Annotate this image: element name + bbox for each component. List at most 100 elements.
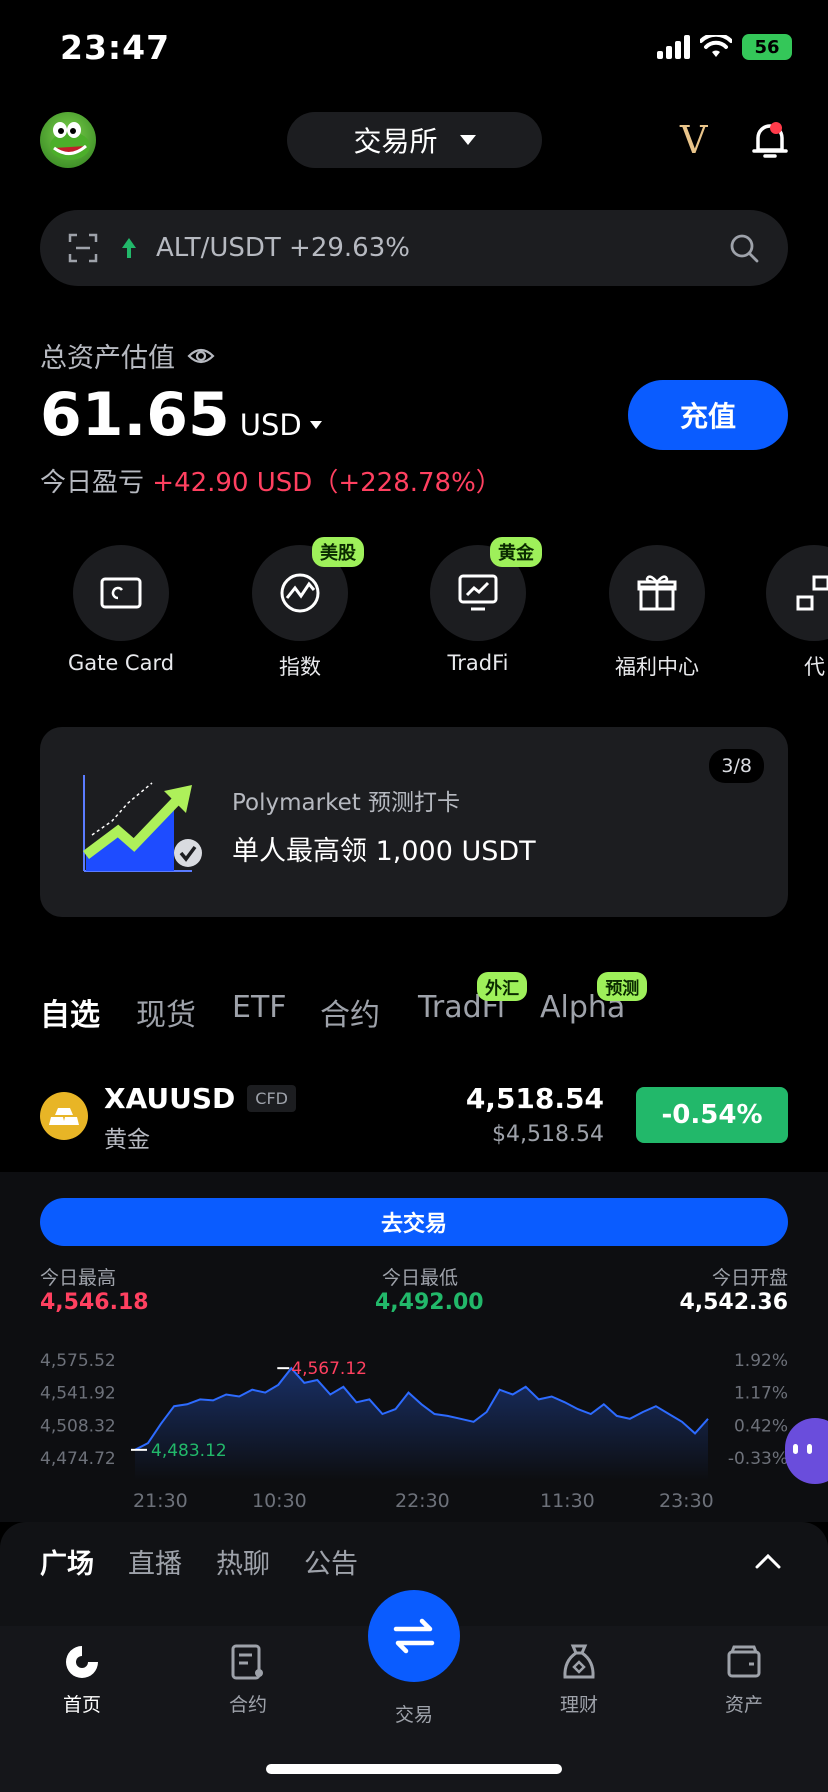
badge: 黄金	[490, 537, 542, 567]
card-icon	[100, 577, 142, 609]
crocodile-avatar-icon	[50, 122, 90, 160]
tab-live[interactable]: 直播	[128, 1542, 182, 1581]
status-icons: 56	[657, 34, 792, 60]
market-symbol[interactable]: XAUUSD CFD	[104, 1082, 296, 1115]
pnl-value: +42.90 USD（+228.78%）	[152, 468, 502, 498]
search-icon[interactable]	[728, 232, 760, 264]
scan-icon[interactable]	[68, 233, 98, 263]
cfd-tag: CFD	[247, 1085, 296, 1112]
tab-announcements[interactable]: 公告	[304, 1542, 358, 1581]
exchange-switcher[interactable]: 交易所	[287, 112, 542, 168]
y-tick-left: 4,508.32	[40, 1416, 116, 1436]
quick-action-tradfi[interactable]: 黄金 TradFi	[408, 537, 548, 675]
nav-label: 首页	[62, 1694, 101, 1716]
growth-chart-icon	[83, 775, 202, 872]
home-indicator	[266, 1764, 562, 1774]
tab-square[interactable]: 广场	[40, 1542, 94, 1581]
asset-currency: USD	[239, 408, 302, 442]
nav-home[interactable]: 首页	[27, 1642, 137, 1717]
exchange-label: 交易所	[353, 125, 438, 158]
tab-badge: 外汇	[477, 972, 528, 1001]
y-tick-left: 4,474.72	[40, 1449, 116, 1469]
wallet-icon	[727, 1645, 761, 1678]
daily-pnl: 今日盈亏 +42.90 USD（+228.78%）	[40, 462, 502, 499]
nav-label: 交易	[394, 1704, 433, 1726]
tab-alpha[interactable]: Alpha 预测	[540, 972, 648, 1025]
low-label: 今日最低	[382, 1267, 459, 1289]
money-bag-icon	[563, 1644, 595, 1679]
search-ticker-text: ALT/USDT +29.63%	[156, 233, 410, 263]
quick-action-label: 指数	[279, 655, 321, 679]
monitor-chart-icon	[458, 574, 498, 611]
quick-action-gate-card[interactable]: Gate Card	[51, 545, 191, 675]
banner-title: 单人最高领 1,000 USDT	[232, 836, 536, 867]
y-tick-right: -0.33%	[728, 1449, 788, 1469]
y-tick-right: 1.17%	[734, 1384, 788, 1404]
y-tick-right: 0.42%	[734, 1416, 788, 1436]
eye-icon[interactable]	[187, 346, 215, 366]
asset-currency-selector[interactable]: USD	[240, 408, 322, 442]
tab-tradfi[interactable]: TradFi 外汇	[418, 972, 528, 1025]
go-trade-button[interactable]: 去交易	[40, 1198, 788, 1246]
low-value: 4,492.00	[375, 1290, 484, 1315]
network-icon	[796, 575, 828, 611]
contract-icon	[231, 1644, 263, 1680]
swap-icon	[393, 1618, 435, 1654]
max-label: 4,567.12	[291, 1359, 367, 1379]
price-area	[135, 1368, 708, 1480]
trade-fab-button[interactable]	[368, 1590, 460, 1682]
high-label: 今日最高	[40, 1267, 117, 1289]
tab-hot-chat[interactable]: 热聊	[216, 1542, 270, 1581]
deposit-button[interactable]: 充值	[628, 380, 788, 450]
market-price: 4,518.54	[465, 1082, 604, 1115]
vip-icon[interactable]: V	[680, 118, 707, 162]
x-tick: 10:30	[252, 1490, 307, 1512]
min-label: 4,483.12	[151, 1441, 227, 1461]
tab-etf[interactable]: ETF	[232, 990, 287, 1025]
globe-chart-icon	[280, 573, 320, 613]
quick-action-rewards[interactable]: 福利中心	[587, 545, 727, 681]
nav-earn[interactable]: 理财	[524, 1642, 634, 1717]
symbol-text: XAUUSD	[104, 1082, 236, 1115]
arrow-up-icon	[122, 238, 136, 258]
quick-action-label: Gate Card	[67, 651, 175, 675]
x-tick: 22:30	[395, 1490, 450, 1512]
quick-action-index[interactable]: 美股 指数	[230, 537, 370, 681]
y-tick-right: 1.92%	[734, 1351, 788, 1371]
gift-icon	[637, 575, 677, 611]
y-tick-left: 4,541.92	[40, 1384, 116, 1404]
tab-futures[interactable]: 合约	[320, 990, 380, 1034]
chevron-up-icon[interactable]	[755, 1548, 781, 1574]
promo-banner[interactable]: Polymarket 预测打卡 单人最高领 1,000 USDT 3/8	[40, 727, 788, 917]
pnl-label: 今日盈亏	[40, 468, 145, 498]
bot-face-icon	[793, 1444, 812, 1454]
battery-icon: 56	[742, 34, 792, 60]
asset-amount: 61.65	[40, 380, 230, 450]
signal-icon	[657, 35, 690, 59]
quick-action-partial[interactable]: 代	[766, 545, 828, 681]
assistant-bubble[interactable]	[785, 1418, 828, 1484]
x-tick: 21:30	[133, 1490, 188, 1512]
y-tick-left: 4,575.52	[40, 1351, 116, 1371]
nav-assets[interactable]: 资产	[689, 1642, 799, 1717]
notification-dot	[770, 122, 782, 134]
nav-futures[interactable]: 合约	[193, 1642, 303, 1717]
x-tick: 23:30	[659, 1490, 714, 1512]
change-badge[interactable]: -0.54%	[636, 1087, 788, 1143]
quick-action-label: 代	[804, 655, 825, 679]
asset-label: 总资产估值	[40, 336, 215, 375]
wifi-icon	[700, 35, 732, 57]
asset-label-text: 总资产估值	[40, 343, 175, 374]
nav-label: 合约	[228, 1694, 267, 1716]
nav-label: 理财	[559, 1694, 598, 1716]
tab-favorites[interactable]: 自选	[40, 990, 100, 1034]
price-chart[interactable]: 4,575.52 4,541.92 4,508.32 4,474.72 1.92% 1.1…	[0, 1340, 828, 1510]
gold-coin-icon	[40, 1092, 88, 1140]
market-price-usd: $4,518.54	[492, 1122, 604, 1147]
tab-spot[interactable]: 现货	[136, 990, 196, 1034]
avatar[interactable]	[40, 112, 96, 168]
search-bar[interactable]: ALT/USDT +29.63%	[40, 210, 788, 286]
tab-badge: 预测	[597, 972, 648, 1001]
nav-trade[interactable]: 交易	[359, 1700, 469, 1727]
x-tick: 11:30	[540, 1490, 595, 1512]
